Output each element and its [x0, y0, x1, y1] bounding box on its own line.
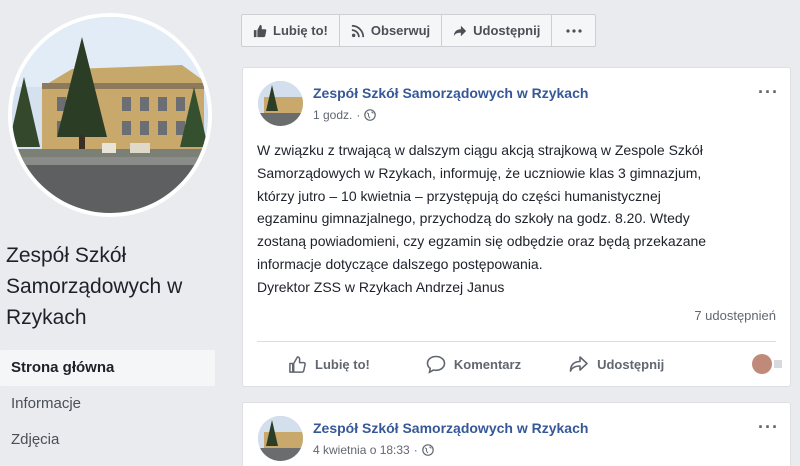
page-title[interactable]: Zespół Szkół Samorządowych w Rzykach: [6, 240, 221, 333]
post-author[interactable]: Zespół Szkół Samorządowych w Rzykach: [313, 420, 588, 436]
page-share-button[interactable]: Udostępnij: [442, 15, 553, 46]
page-share-label: Udostępnij: [473, 23, 541, 38]
school-thumbnail: [258, 416, 303, 461]
share-button[interactable]: Udostępnij: [569, 355, 664, 373]
thumbs-up-outline-icon: [289, 355, 306, 373]
thumbs-up-icon: [253, 24, 267, 37]
post-line: W związku z trwającą w dalszym ciągu akc…: [257, 142, 703, 158]
post-meta: 4 kwietnia o 18:33 ·: [313, 443, 434, 457]
author-avatar[interactable]: [258, 81, 303, 126]
post-line: informacje dotyczące dalszego postępowan…: [257, 255, 543, 272]
page-like-label: Lubię to!: [273, 23, 328, 38]
like-button[interactable]: Lubię to!: [288, 355, 370, 374]
comment-label: Komentarz: [453, 356, 522, 372]
left-column: Zespół Szkół Samorządowych w Rzykach Str…: [0, 0, 228, 466]
post-actions: Lubię to! Komentarz Udostępnij: [257, 342, 782, 386]
post-line: egzaminu gimnazjalnego, przychodzą do sz…: [257, 210, 690, 227]
reactor-avatars[interactable]: [752, 354, 782, 374]
globe-icon: [421, 444, 434, 456]
reactor-avatar: [752, 354, 772, 374]
post-line: zostaną powiadomieni, czy egzamin się od…: [257, 233, 707, 250]
page-nav: Strona główna Informacje Zdjęcia: [0, 350, 215, 458]
share-label: Udostępnij: [597, 356, 665, 372]
post-line: Dyrektor ZSS w Rzykach Andrzej Janus: [257, 278, 505, 295]
share-arrow-outline-icon: [569, 356, 588, 372]
post-line: Samorządowych w Rzykach, informuję, że u…: [257, 164, 702, 181]
school-thumbnail: [258, 81, 303, 126]
post-options-icon[interactable]: ···: [758, 417, 779, 438]
shares-count[interactable]: 7 udostępnień: [694, 308, 776, 323]
page-like-button[interactable]: Lubię to!: [242, 15, 340, 46]
post-options-icon[interactable]: ···: [758, 82, 779, 103]
like-label: Lubię to!: [315, 356, 370, 372]
follow-label: Obserwuj: [370, 23, 431, 38]
dropdown-icon: [774, 360, 782, 368]
rss-icon: [351, 24, 365, 37]
page-action-bar: Lubię to! Obserwuj Udostępnij: [241, 14, 597, 47]
more-options-button[interactable]: [552, 15, 595, 46]
post-time[interactable]: 4 kwietnia o 18:33: [313, 443, 410, 457]
post-meta: 1 godz. ·: [313, 108, 377, 122]
nav-item-about[interactable]: Informacje: [0, 386, 215, 422]
post-time[interactable]: 1 godz.: [313, 108, 352, 122]
comment-button[interactable]: Komentarz: [426, 355, 521, 374]
post-card: Zespół Szkół Samorządowych w Rzykach 4 k…: [242, 402, 791, 466]
post-line: którzy jutro – 10 kwietnia – przystępują…: [257, 187, 661, 204]
post-card: Zespół Szkół Samorządowych w Rzykach 1 g…: [242, 67, 791, 387]
school-building-photo: [12, 17, 208, 213]
post-author[interactable]: Zespół Szkół Samorządowych w Rzykach: [313, 85, 588, 101]
author-avatar[interactable]: [258, 416, 303, 461]
post-body: W związku z trwającą w dalszym ciągu akc…: [257, 139, 785, 299]
share-arrow-icon: [454, 25, 467, 36]
comment-bubble-icon: [426, 355, 446, 374]
nav-item-home[interactable]: Strona główna: [0, 350, 215, 386]
ellipsis-icon: [566, 28, 582, 33]
nav-item-photos[interactable]: Zdjęcia: [0, 422, 215, 458]
profile-picture[interactable]: [8, 13, 212, 217]
globe-icon: [364, 109, 377, 121]
follow-button[interactable]: Obserwuj: [340, 15, 443, 46]
